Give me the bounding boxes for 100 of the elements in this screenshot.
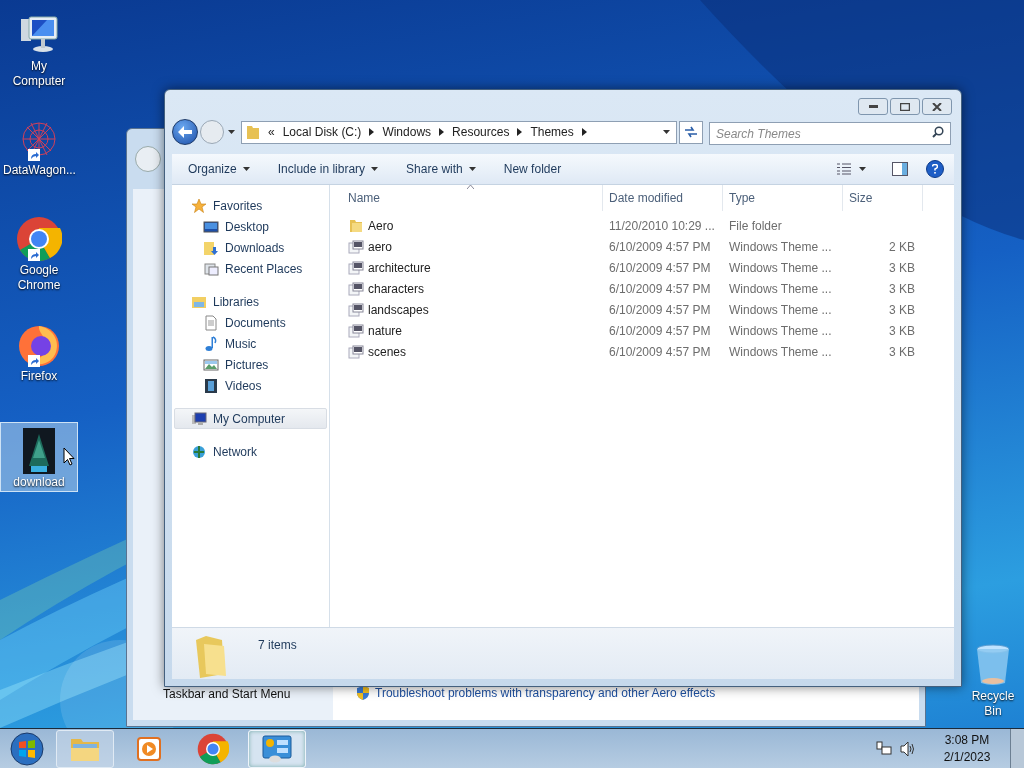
chrome-icon: [16, 216, 62, 262]
desktop-icon[interactable]: Firefox: [0, 316, 78, 386]
desktop-icon-label: Firefox: [20, 369, 58, 384]
breadcrumb-arrow-icon: [517, 128, 523, 136]
date-cell: 6/10/2009 4:57 PM: [609, 239, 711, 254]
type-cell: File folder: [729, 218, 782, 233]
item-count: 7 items: [258, 637, 297, 654]
theme-file-icon: [348, 301, 364, 318]
desktop-icon[interactable]: Recycle Bin: [962, 636, 1024, 721]
back-arrow-icon: [178, 126, 192, 138]
file-name[interactable]: Aero: [368, 216, 394, 235]
document-icon: [203, 314, 219, 331]
nav-item[interactable]: Music: [174, 333, 327, 354]
chrome-icon: [197, 732, 229, 765]
close-button[interactable]: [922, 98, 952, 115]
nav-item[interactable]: Pictures: [174, 354, 327, 375]
nav-item[interactable]: My Computer: [174, 408, 327, 429]
column-header[interactable]: Size: [843, 185, 923, 211]
caret-icon: [228, 130, 235, 134]
refresh-button[interactable]: [679, 120, 703, 144]
date-cell: 6/10/2009 4:57 PM: [609, 344, 711, 359]
column-header[interactable]: Name: [330, 185, 603, 211]
file-name[interactable]: architecture: [368, 258, 431, 277]
breadcrumb-arrow-icon: [369, 128, 375, 136]
theme-file-icon: [348, 280, 364, 297]
type-cell: Windows Theme ...: [729, 302, 832, 317]
mouse-cursor-icon: [63, 447, 75, 466]
taskbar-button[interactable]: [248, 729, 306, 768]
size-cell-text: 2 KB: [889, 238, 915, 256]
windows-logo-icon: [10, 731, 44, 766]
file-name[interactable]: landscapes: [368, 300, 429, 319]
breadcrumb-item[interactable]: Local Disk (C:): [282, 123, 362, 141]
caret-icon: [663, 130, 670, 134]
nav-item[interactable]: Favorites: [174, 195, 327, 216]
restore-icon: [900, 102, 910, 111]
nav-item[interactable]: Videos: [174, 375, 327, 396]
toolbar-button[interactable]: Organize: [182, 157, 256, 181]
desktop-icon-label: My Computer: [11, 59, 67, 89]
close-icon: [932, 102, 942, 111]
desktop-icon[interactable]: My Computer: [0, 6, 78, 91]
date-cell: 6/10/2009 4:57 PM: [609, 281, 711, 296]
help-button[interactable]: [926, 160, 944, 178]
shield-icon: [357, 686, 369, 700]
nav-item[interactable]: Documents: [174, 312, 327, 333]
column-header[interactable]: Date modified: [603, 185, 723, 211]
breadcrumb-arrow-icon: [439, 128, 445, 136]
desktop-icon-label: Recycle Bin: [970, 689, 1016, 719]
refresh-icon: [684, 126, 698, 138]
date-cell: 6/10/2009 4:57 PM: [609, 260, 711, 275]
file-name[interactable]: scenes: [368, 342, 407, 361]
breadcrumb-item[interactable]: Themes: [530, 123, 574, 141]
toolbar-button[interactable]: Include in library: [271, 157, 385, 181]
theme-file-icon: [348, 322, 364, 339]
search-icon: [932, 125, 944, 138]
star-icon: [191, 197, 207, 214]
nav-item[interactable]: Recent Places: [174, 258, 327, 279]
clock[interactable]: 3:08 PM 2/1/2023: [934, 731, 1000, 766]
film-icon: [203, 377, 219, 394]
toolbar-button[interactable]: New folder: [497, 157, 568, 181]
minimize-icon: [868, 105, 878, 108]
file-name[interactable]: nature: [368, 321, 403, 340]
music-note-icon: [203, 335, 219, 352]
toolbar-button[interactable]: Share with: [400, 157, 482, 181]
nav-item[interactable]: Libraries: [174, 291, 327, 312]
tree-thumbnail-icon: [23, 428, 55, 474]
maximize-button[interactable]: [890, 98, 920, 115]
desktop-icon: [203, 218, 219, 235]
theme-file-icon: [348, 343, 364, 360]
help-icon: [932, 164, 938, 174]
control-panel-icon: [261, 733, 293, 764]
size-cell-text: 3 KB: [889, 322, 915, 340]
breadcrumb-item[interactable]: Windows: [382, 123, 432, 141]
show-desktop-button[interactable]: [1010, 728, 1024, 768]
type-cell: Windows Theme ...: [729, 239, 832, 254]
nav-item[interactable]: Desktop: [174, 216, 327, 237]
folder-icon: [246, 124, 260, 140]
file-name[interactable]: characters: [368, 279, 425, 298]
breadcrumb-overflow[interactable]: «: [268, 123, 275, 141]
size-cell-text: 3 KB: [889, 280, 915, 298]
nav-item[interactable]: Network: [174, 441, 327, 462]
address-bar[interactable]: « Local Disk (C:) Windows Resources Themes: [241, 120, 677, 144]
theme-file-icon: [348, 259, 364, 276]
search-field[interactable]: Search Themes: [709, 122, 951, 145]
caret-icon: [859, 167, 866, 171]
preview-pane-icon: [892, 162, 908, 176]
link[interactable]: Taskbar and Start Menu: [163, 685, 333, 703]
folder-icon: [348, 217, 364, 234]
breadcrumb-item[interactable]: Resources: [452, 123, 510, 141]
downloads-folder-icon: [203, 239, 219, 256]
minimize-button[interactable]: [858, 98, 888, 115]
file-name[interactable]: aero: [368, 237, 393, 256]
network-icon: [876, 740, 892, 757]
date-cell: 6/10/2009 4:57 PM: [609, 323, 711, 338]
desktop-icon[interactable]: DataWagon...: [0, 110, 78, 180]
nav-item[interactable]: Downloads: [174, 237, 327, 258]
back-button[interactable]: [172, 119, 198, 145]
desktop-icon-label: DataWagon...: [3, 163, 75, 178]
desktop-icon[interactable]: Google Chrome: [0, 210, 78, 295]
link[interactable]: Troubleshoot problems with transparency and other Aero effects: [375, 684, 716, 702]
column-header[interactable]: Type: [723, 185, 843, 211]
